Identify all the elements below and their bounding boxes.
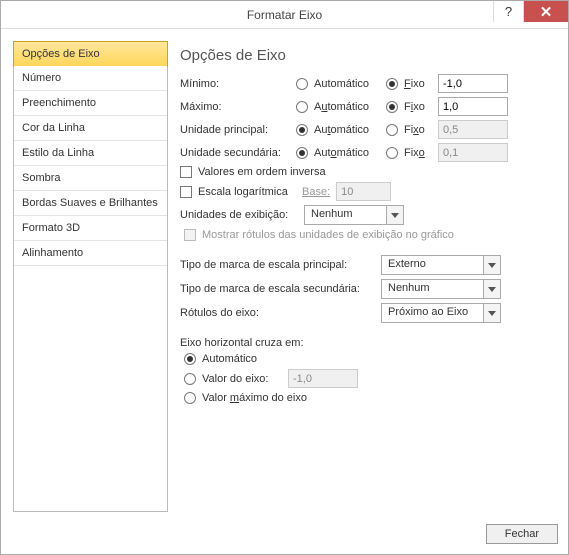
radio-max-fixed[interactable]	[386, 101, 398, 113]
label-crosses-auto: Automático	[202, 353, 257, 365]
radio-crosses-value[interactable]	[184, 373, 196, 385]
sidebar-item-line-style[interactable]: Estilo da Linha	[14, 141, 167, 166]
row-crosses-auto: Automático	[184, 353, 552, 365]
checkbox-show-unit-labels	[184, 229, 196, 241]
row-axis-labels: Rótulos do eixo: Próximo ao Eixo	[180, 303, 552, 323]
sidebar-item-number[interactable]: Número	[14, 66, 167, 91]
label-tick-minor: Tipo de marca de escala secundária:	[180, 283, 375, 295]
sidebar-item-fill[interactable]: Preenchimento	[14, 91, 167, 116]
input-maximum[interactable]	[438, 97, 508, 116]
sidebar-item-axis-options[interactable]: Opções de Eixo	[13, 41, 168, 67]
label-minimum: Mínimo:	[180, 78, 290, 90]
close-button[interactable]: ✕	[523, 1, 568, 22]
sidebar-item-3d[interactable]: Formato 3D	[14, 216, 167, 241]
label-crosses-max: Valor máximo do eixo	[202, 392, 307, 404]
label-log-base: Base:	[302, 186, 330, 198]
label-axis-labels: Rótulos do eixo:	[180, 307, 375, 319]
radio-max-auto[interactable]	[296, 101, 308, 113]
select-display-units-value: Nenhum	[305, 206, 386, 224]
label-show-unit-labels: Mostrar rótulos das unidades de exibição…	[202, 229, 454, 241]
format-axis-dialog: Formatar Eixo ? ✕ Opções de Eixo Número …	[0, 0, 569, 555]
input-crosses-value	[288, 369, 358, 388]
radio-min-fixed[interactable]	[386, 78, 398, 90]
input-minor-unit	[438, 143, 508, 162]
label-auto: Automático	[314, 101, 380, 113]
sidebar-item-shadow[interactable]: Sombra	[14, 166, 167, 191]
select-display-units[interactable]: Nenhum	[304, 205, 404, 225]
label-minor-unit: Unidade secundária:	[180, 147, 290, 159]
titlebar-title: Formatar Eixo	[1, 8, 568, 22]
label-display-units: Unidades de exibição:	[180, 209, 298, 221]
chevron-down-icon	[483, 280, 500, 298]
row-tick-major: Tipo de marca de escala principal: Exter…	[180, 255, 552, 275]
titlebar-buttons: ? ✕	[493, 1, 568, 28]
label-auto: Automático	[314, 124, 380, 136]
section-title: Opções de Eixo	[180, 47, 552, 64]
radio-minor-fixed[interactable]	[386, 147, 398, 159]
titlebar: Formatar Eixo ? ✕	[1, 1, 568, 29]
label-reverse: Valores em ordem inversa	[198, 166, 326, 178]
main-panel: Opções de Eixo Mínimo: Automático Fixo M…	[176, 41, 556, 512]
label-fixed: Fixo	[404, 78, 432, 90]
close-dialog-button[interactable]: Fechar	[486, 524, 558, 544]
row-show-unit-labels: Mostrar rótulos das unidades de exibição…	[184, 229, 552, 241]
radio-minor-auto[interactable]	[296, 147, 308, 159]
radio-crosses-auto[interactable]	[184, 353, 196, 365]
label-tick-major: Tipo de marca de escala principal:	[180, 259, 375, 271]
chevron-down-icon	[483, 256, 500, 274]
radio-major-fixed[interactable]	[386, 124, 398, 136]
sidebar-item-line-color[interactable]: Cor da Linha	[14, 116, 167, 141]
label-fixed: Fixo	[404, 147, 432, 159]
select-axis-labels-value: Próximo ao Eixo	[382, 304, 483, 322]
row-crosses-max: Valor máximo do eixo	[184, 392, 552, 404]
crosses-group: Eixo horizontal cruza em: Automático Val…	[180, 337, 552, 408]
sidebar-item-alignment[interactable]: Alinhamento	[14, 241, 167, 266]
radio-crosses-max[interactable]	[184, 392, 196, 404]
radio-min-auto[interactable]	[296, 78, 308, 90]
label-fixed: Fixo	[404, 101, 432, 113]
chevron-down-icon	[386, 206, 403, 224]
label-major-unit: Unidade principal:	[180, 124, 290, 136]
radio-major-auto[interactable]	[296, 124, 308, 136]
select-tick-minor[interactable]: Nenhum	[381, 279, 501, 299]
row-log: Escala logarítmica Base:	[180, 182, 552, 201]
select-axis-labels[interactable]: Próximo ao Eixo	[381, 303, 501, 323]
dialog-body: Opções de Eixo Número Preenchimento Cor …	[1, 29, 568, 518]
label-crosses-value: Valor do eixo:	[202, 373, 282, 385]
label-auto: Automático	[314, 78, 380, 90]
input-minimum[interactable]	[438, 74, 508, 93]
row-tick-minor: Tipo de marca de escala secundária: Nenh…	[180, 279, 552, 299]
row-crosses-value: Valor do eixo:	[184, 369, 552, 388]
dialog-footer: Fechar	[1, 518, 568, 554]
chevron-down-icon	[483, 304, 500, 322]
select-tick-major-value: Externo	[382, 256, 483, 274]
label-fixed: Fixo	[404, 124, 432, 136]
select-tick-major[interactable]: Externo	[381, 255, 501, 275]
label-log: Escala logarítmica	[198, 186, 296, 198]
row-major-unit: Unidade principal: Automático Fixo	[180, 120, 552, 139]
checkbox-reverse[interactable]	[180, 166, 192, 178]
label-crosses-title: Eixo horizontal cruza em:	[180, 337, 552, 349]
sidebar: Opções de Eixo Número Preenchimento Cor …	[13, 41, 168, 512]
row-display-units: Unidades de exibição: Nenhum	[180, 205, 552, 225]
row-minimum: Mínimo: Automático Fixo	[180, 74, 552, 93]
help-button[interactable]: ?	[493, 1, 523, 22]
row-maximum: Máximo: Automático Fixo	[180, 97, 552, 116]
label-maximum: Máximo:	[180, 101, 290, 113]
row-minor-unit: Unidade secundária: Automático Fixo	[180, 143, 552, 162]
row-reverse: Valores em ordem inversa	[180, 166, 552, 178]
input-log-base	[336, 182, 391, 201]
sidebar-item-soft-edges[interactable]: Bordas Suaves e Brilhantes	[14, 191, 167, 216]
checkbox-log[interactable]	[180, 186, 192, 198]
input-major-unit	[438, 120, 508, 139]
select-tick-minor-value: Nenhum	[382, 280, 483, 298]
label-auto: Automático	[314, 147, 380, 159]
